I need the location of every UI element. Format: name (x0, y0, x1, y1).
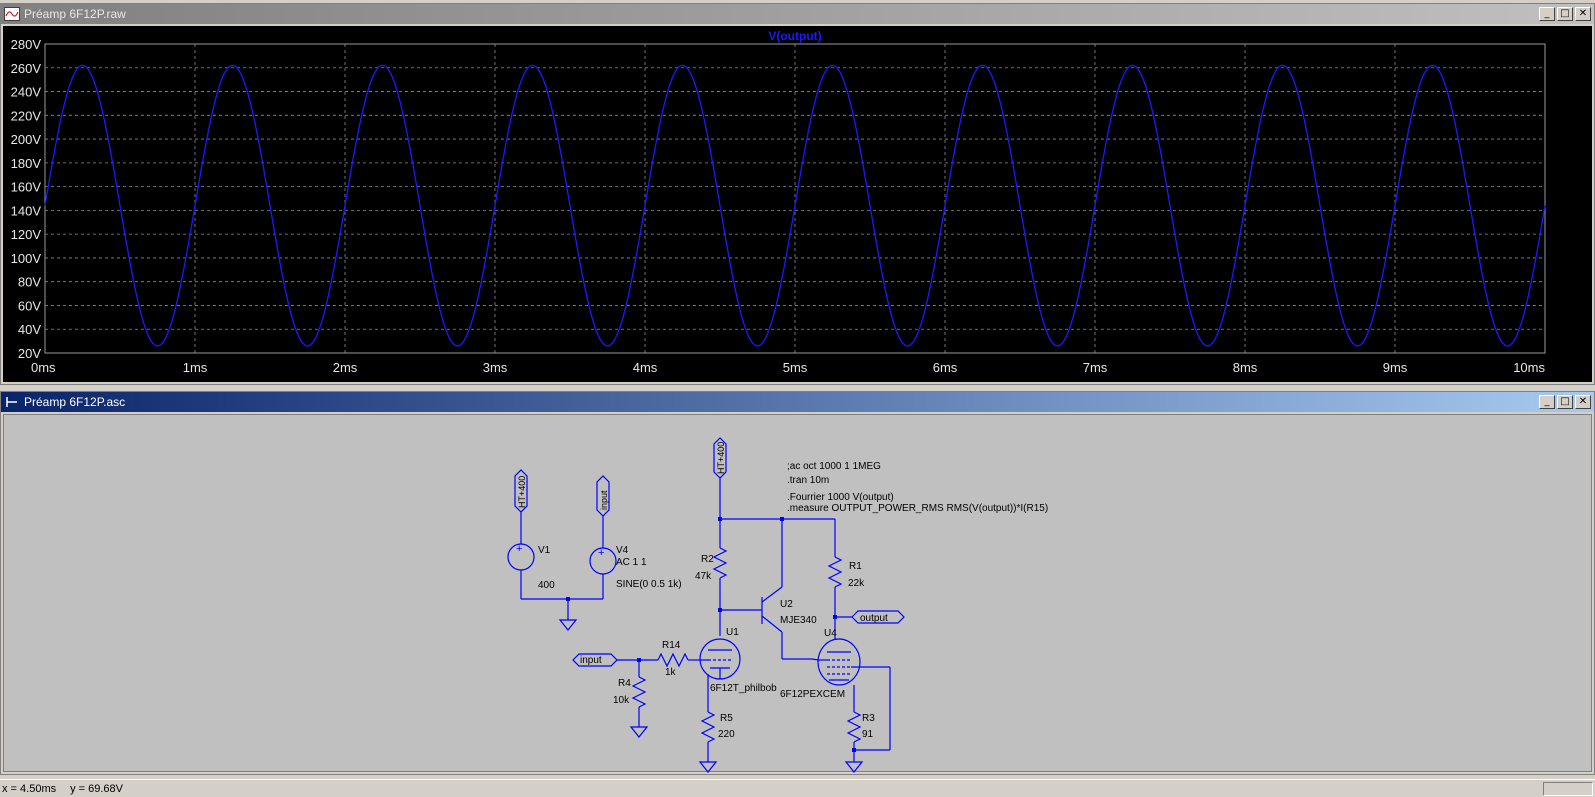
spice-directive-ac[interactable]: ;ac oct 1000 1 1MEG (787, 461, 881, 472)
spice-directive-measure[interactable]: .measure OUTPUT_POWER_RMS RMS(V(output))… (787, 503, 1048, 514)
r4-value: 10k (613, 695, 630, 706)
waveform-plot-pane[interactable]: 280V 260V 240V 220V 200V 180V 160V 140V 120V 100V… (3, 26, 1592, 382)
junction-dot (833, 615, 837, 619)
u1-vacuum-tube[interactable] (699, 638, 741, 680)
u2-name: U2 (780, 599, 793, 610)
v1-name: V1 (538, 545, 551, 556)
trace-label[interactable]: V(output) (768, 29, 821, 43)
x-tick-label: 10ms (1513, 360, 1545, 375)
close-button[interactable]: ✕ (1575, 7, 1591, 21)
u4-name: U4 (824, 628, 837, 639)
r2-resistor[interactable] (712, 519, 728, 636)
v4-ac-spec: AC 1 1 (616, 557, 647, 568)
cursor-x-readout: x = 4.50ms (2, 782, 57, 795)
x-tick-label: 7ms (1083, 360, 1108, 375)
y-tick-label: 180V (11, 156, 42, 171)
maximize-button[interactable]: □ (1557, 395, 1573, 409)
r3-value: 91 (862, 729, 874, 740)
minimize-button[interactable]: _ (1539, 395, 1555, 409)
r3-name: R3 (862, 713, 875, 724)
y-tick-label: 160V (11, 180, 42, 195)
y-tick-label: 40V (18, 322, 41, 337)
r1-name: R1 (849, 561, 862, 572)
r14-value: 1k (665, 667, 677, 678)
x-tick-label: 3ms (483, 360, 508, 375)
r1-resistor[interactable] (827, 519, 843, 640)
y-tick-label: 60V (18, 298, 41, 313)
r14-resistor[interactable] (639, 652, 700, 668)
r5-name: R5 (720, 713, 733, 724)
waveform-chart[interactable]: 280V 260V 240V 220V 200V 180V 160V 140V 120V 100V… (3, 26, 1592, 382)
waveform-window-titlebar[interactable]: Préamp 6F12P.raw _ □ ✕ (1, 4, 1594, 24)
cursor-y-readout: y = 69.68V (70, 782, 124, 795)
status-bar: x = 4.50ms y = 69.68V (0, 779, 1595, 797)
y-tick-label: 100V (11, 251, 42, 266)
waveform-window[interactable]: Préamp 6F12P.raw _ □ ✕ 280V 260V 240V 220V 2… (0, 3, 1595, 385)
plot-frame (44, 43, 1546, 354)
x-tick-label: 0ms (31, 360, 56, 375)
x-tick-label: 5ms (783, 360, 808, 375)
schematic-app-icon (4, 395, 20, 409)
input-flag-label: input (580, 655, 602, 666)
r4-resistor[interactable] (629, 660, 649, 738)
schematic-window-titlebar[interactable]: Préamp 6F12P.asc _ □ ✕ (1, 392, 1594, 412)
waveform-app-icon (4, 7, 20, 21)
v1-value: 400 (538, 580, 555, 591)
svg-text:+: + (516, 543, 522, 555)
ground-symbol (558, 599, 578, 631)
y-tick-label: 260V (11, 61, 42, 76)
x-tick-label: 6ms (933, 360, 958, 375)
resize-grip[interactable] (1543, 782, 1593, 796)
schematic-drawing[interactable]: + + HT+400 input HT+400 input output V1 … (4, 415, 1593, 773)
input-flag-label: input (599, 490, 609, 510)
v4-sine-spec: SINE(0 0.5 1k) (616, 579, 682, 590)
junction-dot (852, 748, 856, 752)
v1-voltage-source[interactable] (507, 512, 603, 600)
r1-value: 22k (848, 578, 865, 589)
y-tick-label: 20V (18, 346, 41, 361)
r2-name: R2 (701, 554, 714, 565)
waveform-window-title: Préamp 6F12P.raw (24, 7, 126, 21)
ht-flag-label: HT+400 (517, 476, 527, 508)
v4-name: V4 (616, 545, 629, 556)
spice-directive-tran[interactable]: .tran 10m (787, 475, 829, 486)
schematic-window-title: Préamp 6F12P.asc (24, 395, 126, 409)
y-tick-label: 200V (11, 132, 42, 147)
r14-name: R14 (662, 640, 681, 651)
x-tick-label: 1ms (183, 360, 208, 375)
svg-text:+: + (598, 547, 604, 559)
r2-value: 47k (695, 571, 712, 582)
close-button[interactable]: ✕ (1575, 395, 1591, 409)
u4-model: 6F12PEXCEM (780, 689, 845, 700)
x-tick-label: 4ms (633, 360, 658, 375)
x-tick-label: 9ms (1383, 360, 1408, 375)
junction-dot (718, 517, 722, 521)
r5-value: 220 (718, 729, 735, 740)
y-tick-label: 140V (11, 203, 42, 218)
spice-directive-fourier[interactable]: .Fourrier 1000 V(output) (787, 492, 894, 503)
maximize-button[interactable]: □ (1557, 7, 1573, 21)
u1-name: U1 (726, 627, 739, 638)
y-tick-label: 80V (18, 275, 41, 290)
y-tick-label: 280V (11, 37, 42, 52)
junction-dot (718, 608, 722, 612)
junction-dot (637, 658, 641, 662)
x-tick-label: 8ms (1233, 360, 1258, 375)
r4-name: R4 (618, 678, 631, 689)
schematic-window[interactable]: Préamp 6F12P.asc _ □ ✕ + + HT+400 input … (0, 391, 1595, 775)
u1-model: 6F12T_philbob (710, 683, 777, 694)
x-tick-label: 2ms (333, 360, 358, 375)
y-tick-label: 240V (11, 85, 42, 100)
ht-flag-label: HT+400 (716, 442, 726, 474)
u2-model: MJE340 (780, 615, 817, 626)
schematic-canvas[interactable]: + + HT+400 input HT+400 input output V1 … (3, 414, 1593, 773)
y-tick-label: 120V (11, 227, 42, 242)
output-flag-label: output (860, 613, 888, 624)
r3-resistor[interactable] (844, 711, 864, 773)
minimize-button[interactable]: _ (1539, 7, 1555, 21)
junction-dot (566, 597, 570, 601)
y-tick-label: 220V (11, 108, 42, 123)
junction-dot (780, 517, 784, 521)
